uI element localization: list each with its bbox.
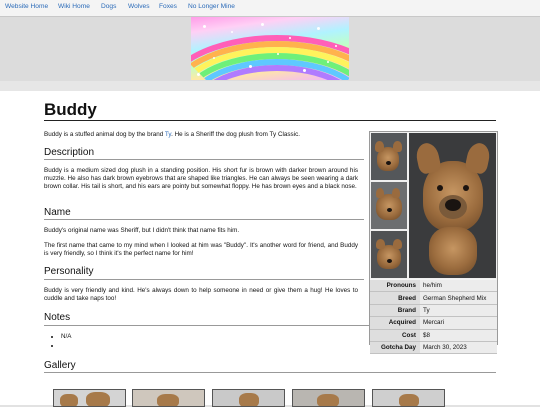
- infobox-row-gotcha-day: Gotcha Day March 30, 2023: [370, 341, 497, 355]
- description-divider: [44, 159, 364, 160]
- gallery-thumbnail[interactable]: [292, 389, 365, 407]
- infobox-label: Breed: [370, 291, 420, 305]
- nav-link-website-home[interactable]: Website Home: [5, 3, 48, 10]
- infobox-row-cost: Cost $8: [370, 329, 497, 342]
- notes-item: [61, 342, 72, 351]
- banner-divider: [0, 81, 540, 91]
- nav-link-wolves[interactable]: Wolves: [128, 3, 150, 10]
- intro-text-before: Buddy is a stuffed animal dog by the bra…: [44, 131, 165, 138]
- infobox: Pronouns he/him Breed German Shepherd Mi…: [369, 131, 498, 355]
- infobox-label: Acquired: [370, 316, 420, 330]
- notes-heading: Notes: [44, 312, 71, 323]
- infobox-row-brand: Brand Ty: [370, 304, 497, 318]
- infobox-label: Brand: [370, 304, 420, 318]
- gallery-thumbnail[interactable]: [372, 389, 445, 407]
- name-text-reason: The first name that came to my mind when…: [44, 242, 358, 258]
- gallery-divider: [44, 372, 496, 373]
- intro-paragraph: Buddy is a stuffed animal dog by the bra…: [44, 131, 364, 139]
- infobox-value: March 30, 2023: [420, 341, 497, 355]
- rainbow-banner-image: [191, 17, 349, 80]
- notes-item: N/A: [61, 333, 72, 342]
- personality-heading: Personality: [44, 266, 94, 277]
- infobox-label: Gotcha Day: [370, 341, 420, 355]
- intro-text-after: . He is a Sheriff the dog plush from Ty …: [171, 131, 300, 138]
- infobox-row-pronouns: Pronouns he/him: [370, 280, 497, 293]
- notes-list: N/A: [52, 333, 72, 350]
- infobox-value: $8: [420, 329, 497, 342]
- gallery-thumbnail[interactable]: [212, 389, 285, 407]
- gallery-heading: Gallery: [44, 360, 76, 371]
- name-text-origin: Buddy's original name was Sheriff, but I…: [44, 227, 240, 234]
- gallery-thumbnail[interactable]: [132, 389, 205, 407]
- infobox-label: Cost: [370, 329, 420, 342]
- infobox-value: Mercari: [420, 316, 497, 330]
- personality-divider: [44, 279, 364, 280]
- personality-text: Buddy is very friendly and kind. He's al…: [44, 287, 358, 303]
- infobox-value: Ty: [420, 304, 497, 318]
- description-text: Buddy is a medium sized dog plush in a s…: [44, 167, 358, 191]
- page-title: Buddy: [44, 100, 97, 119]
- title-divider: [44, 120, 496, 121]
- infobox-row-breed: Breed German Shepherd Mix: [370, 291, 497, 305]
- infobox-value: he/him: [420, 280, 497, 293]
- name-heading: Name: [44, 207, 71, 218]
- nav-link-dogs[interactable]: Dogs: [101, 3, 116, 10]
- top-nav: Website Home Wiki Home Dogs Wolves Foxes…: [0, 0, 540, 17]
- name-divider: [44, 219, 364, 220]
- infobox-photos: [370, 132, 497, 279]
- infobox-value: German Shepherd Mix: [420, 291, 497, 305]
- infobox-label: Pronouns: [370, 280, 420, 293]
- nav-link-foxes[interactable]: Foxes: [159, 3, 177, 10]
- description-heading: Description: [44, 147, 95, 158]
- nav-link-no-longer-mine[interactable]: No Longer Mine: [188, 3, 235, 10]
- infobox-row-acquired: Acquired Mercari: [370, 316, 497, 330]
- gallery-thumbnail[interactable]: [53, 389, 126, 407]
- nav-link-wiki-home[interactable]: Wiki Home: [58, 3, 90, 10]
- plush-photo-thumbnail[interactable]: [371, 231, 407, 278]
- plush-photo-main[interactable]: [409, 133, 496, 278]
- infobox-details-table: Pronouns he/him Breed German Shepherd Mi…: [370, 280, 497, 355]
- plush-photo-thumbnail[interactable]: [371, 133, 407, 180]
- plush-photo-thumbnail[interactable]: [371, 182, 407, 229]
